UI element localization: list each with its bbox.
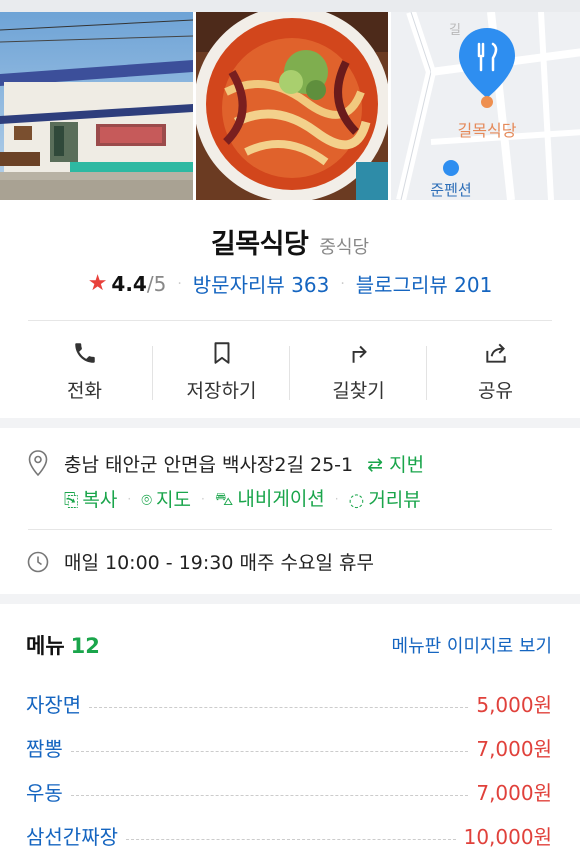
- section-separator: [0, 594, 580, 604]
- separator-dot: ·: [340, 275, 345, 292]
- save-button[interactable]: 저장하기: [153, 340, 290, 406]
- menu-item-name: 우동: [26, 780, 63, 805]
- call-label: 전화: [67, 380, 102, 402]
- address-text: 충남 태안군 안면읍 백사장2길 25-1: [64, 453, 354, 476]
- save-label: 저장하기: [186, 380, 257, 402]
- separator-dot: ·: [200, 491, 205, 506]
- menu-item[interactable]: 자장면 5,000원: [26, 681, 552, 725]
- business-hours: 매일 10:00 - 19:30 매주 수요일 휴무: [64, 552, 374, 574]
- share-label: 공유: [478, 380, 513, 402]
- directions-button[interactable]: 길찾기: [290, 340, 427, 406]
- hours-row: 매일 10:00 - 19:30 매주 수요일 휴무: [26, 548, 374, 575]
- copy-address-button[interactable]: ⎘ 복사: [64, 485, 117, 512]
- directions-icon: [352, 345, 367, 363]
- menu-item-price: 7,000원: [476, 736, 552, 761]
- clock-icon: [27, 551, 49, 572]
- map-road-label: 길: [449, 23, 461, 38]
- rating-row: ★ 4.4 /5 · 방문자리뷰 363 · 블로그리뷰 201: [0, 269, 580, 298]
- separator-dot: ·: [127, 491, 132, 506]
- leader-dots: [126, 838, 456, 840]
- place-category: 중식당: [319, 237, 370, 258]
- divider: [28, 529, 552, 530]
- menu-image-link[interactable]: 메뉴판 이미지로 보기: [392, 632, 552, 658]
- leader-dots: [70, 750, 469, 752]
- location-pin-icon: [28, 450, 48, 477]
- menu-list: 자장면 5,000원 짬뽕 7,000원 우동 7,000원 삼선간짜장 10,…: [26, 681, 552, 857]
- menu-header: 메뉴 12 메뉴판 이미지로 보기: [26, 630, 552, 660]
- jjamppong-food-photo[interactable]: [196, 12, 388, 200]
- star-icon: ★: [87, 271, 108, 296]
- navigation-button[interactable]: ⛍ 내비게이션: [215, 484, 325, 513]
- street-view-icon: ◌: [348, 490, 365, 511]
- menu-title: 메뉴 12: [26, 634, 100, 658]
- section-separator: [0, 418, 580, 428]
- phone-icon: [74, 343, 95, 363]
- divider: [28, 320, 552, 321]
- place-title: 길목식당 중식당: [0, 222, 580, 261]
- separator-dot: ·: [177, 275, 182, 292]
- map-button[interactable]: ⌾ 지도: [141, 485, 191, 512]
- menu-item-name: 자장면: [26, 692, 82, 717]
- blog-reviews-link[interactable]: 블로그리뷰 201: [356, 269, 493, 298]
- address-row: 충남 태안군 안면읍 백사장2길 25-1 ⇄ 지번: [26, 449, 424, 477]
- restaurant-exterior-photo[interactable]: [0, 12, 193, 200]
- menu-item-price: 10,000원: [463, 824, 552, 849]
- visitor-reviews-link[interactable]: 방문자리뷰 363: [193, 269, 330, 298]
- jibun-toggle[interactable]: ⇄ 지번: [367, 450, 424, 477]
- place-name: 길목식당: [210, 229, 309, 260]
- menu-item[interactable]: 우동 7,000원: [26, 769, 552, 813]
- action-bar: 전화 저장하기 길찾기 공유: [16, 340, 564, 406]
- address-actions: ⎘ 복사 · ⌾ 지도 · ⛍ 내비게이션 · ◌ 거리뷰: [64, 484, 421, 513]
- rating-max: /5: [146, 271, 167, 296]
- top-strip: [0, 0, 580, 12]
- swap-icon: ⇄: [367, 453, 390, 476]
- photo-gallery[interactable]: 길 길목식당 준펜션: [0, 12, 580, 200]
- menu-count: 12: [70, 634, 100, 658]
- separator-dot: ·: [334, 491, 339, 506]
- menu-item[interactable]: 삼선간짜장 10,000원: [26, 813, 552, 857]
- menu-item-name: 짬뽕: [26, 736, 63, 761]
- street-view-button[interactable]: ◌ 거리뷰: [349, 485, 421, 512]
- call-button[interactable]: 전화: [16, 340, 153, 406]
- menu-item-name: 삼선간짜장: [26, 824, 118, 849]
- bookmark-icon: [214, 342, 229, 364]
- menu-item-price: 7,000원: [476, 780, 552, 805]
- copy-icon: ⎘: [64, 490, 79, 511]
- share-button[interactable]: 공유: [427, 340, 564, 406]
- leader-dots: [89, 706, 469, 708]
- car-icon: ⛍: [214, 489, 234, 510]
- map-pin-small-icon: ⌾: [141, 490, 153, 511]
- map-pin-label: 길목식당: [458, 121, 517, 140]
- rating-score: 4.4: [111, 271, 147, 296]
- map-poi-label: 준펜션: [430, 181, 471, 199]
- share-icon: [485, 343, 506, 363]
- menu-item-price: 5,000원: [476, 692, 552, 717]
- menu-item[interactable]: 짬뽕 7,000원: [26, 725, 552, 769]
- directions-label: 길찾기: [332, 380, 385, 402]
- map-thumbnail[interactable]: 길 길목식당 준펜션: [391, 12, 580, 200]
- leader-dots: [70, 794, 469, 796]
